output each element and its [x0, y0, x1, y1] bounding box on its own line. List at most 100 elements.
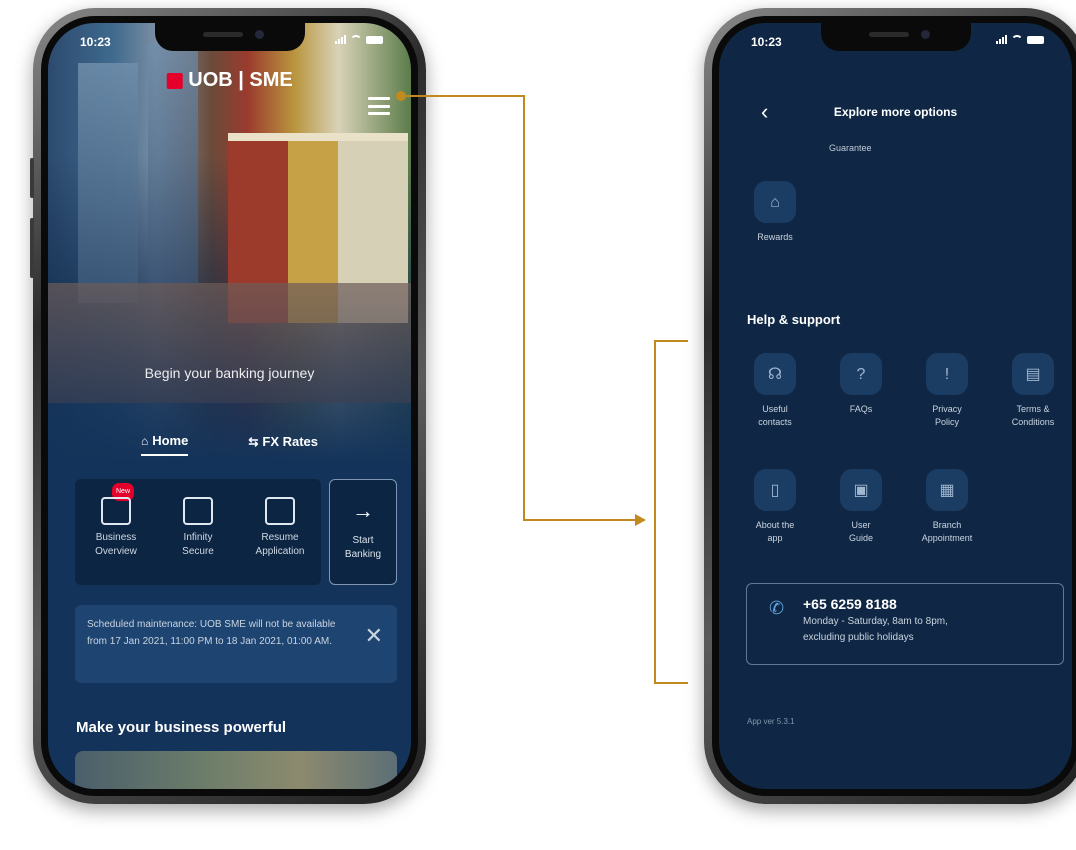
left-screen: 10:23 UOB | SME Begin your banking journ…: [48, 23, 411, 789]
tile-label: Policy: [934, 417, 959, 427]
branch-appointment-tile[interactable]: ▦ Branch Appointment: [912, 469, 982, 545]
connector-line: [406, 95, 525, 97]
tile-label: Useful: [762, 404, 788, 414]
action-label: Resume: [261, 532, 299, 543]
start-banking-button[interactable]: → Start Banking: [329, 479, 397, 585]
side-button: [30, 158, 34, 198]
action-label: Secure: [182, 546, 214, 557]
about-app-tile[interactable]: ▯ About the app: [740, 469, 810, 545]
notch: [820, 23, 971, 51]
wifi-icon: [350, 35, 362, 44]
shield-icon: !: [926, 353, 968, 395]
brand-name: UOB | SME: [188, 69, 293, 91]
tagline: Begin your banking journey: [144, 365, 315, 381]
action-label: Business: [95, 532, 137, 543]
guide-icon: ▣: [840, 469, 882, 511]
tile-label: Appointment: [921, 533, 973, 543]
calendar-icon: ▦: [926, 469, 968, 511]
action-label: Application: [255, 546, 305, 557]
headset-icon: ☊: [754, 353, 796, 395]
action-label: Infinity: [183, 532, 213, 543]
arrow-right-icon: →: [352, 498, 374, 523]
status-icons: [335, 35, 383, 44]
building-illustration: [78, 63, 138, 303]
gift-icon: ⌂: [754, 181, 796, 223]
bracket-line: [654, 682, 688, 684]
quick-actions-panel: New Business Overview Infinity Secure Re…: [75, 479, 321, 585]
phone-device-icon: ▯: [754, 469, 796, 511]
bracket-line: [654, 340, 656, 684]
help-support-title: Help & support: [747, 312, 841, 327]
bracket-line: [654, 340, 688, 342]
tile-label: About the: [755, 520, 795, 530]
connector-arrowhead: [635, 514, 646, 526]
tile-label: contacts: [758, 417, 792, 427]
infinity-secure-button[interactable]: Infinity Secure: [166, 497, 230, 585]
chart-icon: [101, 497, 131, 525]
brand-logo: UOB | SME: [166, 69, 293, 92]
secure-lock-icon: [183, 497, 213, 525]
document-icon: ▤: [1012, 353, 1054, 395]
faqs-tile[interactable]: ? FAQs: [826, 353, 896, 416]
wifi-icon: [1011, 35, 1023, 44]
status-time: 10:23: [751, 35, 782, 49]
side-button: [30, 218, 34, 278]
useful-contacts-tile[interactable]: ☊ Useful contacts: [740, 353, 810, 429]
faq-icon: ?: [840, 353, 882, 395]
tile-label: Terms &: [1016, 404, 1050, 414]
right-phone-frame: 10:23 ‹ Explore more options Guarantee ⌂…: [704, 8, 1076, 804]
tile-label: User: [851, 520, 871, 530]
tile-label: Rewards: [757, 232, 793, 242]
phone-call-icon: ✆: [769, 598, 785, 618]
privacy-policy-tile[interactable]: ! Privacy Policy: [912, 353, 982, 429]
contact-phone-number[interactable]: +65 6259 8188: [803, 596, 1051, 612]
promo-card[interactable]: [75, 751, 397, 789]
tile-label: Guide: [848, 533, 874, 543]
start-banking-label: Banking: [344, 549, 382, 560]
phone-bezel: 10:23 UOB | SME Begin your banking journ…: [41, 16, 418, 796]
status-icons: [996, 35, 1044, 44]
tab-fx-rates[interactable]: ⇆ FX Rates: [248, 433, 318, 456]
terms-conditions-tile[interactable]: ▤ Terms & Conditions: [998, 353, 1068, 429]
phone-bezel: 10:23 ‹ Explore more options Guarantee ⌂…: [712, 16, 1076, 796]
connector-line: [523, 519, 635, 521]
contact-card[interactable]: ✆ +65 6259 8188 Monday - Saturday, 8am t…: [746, 583, 1064, 665]
section-title: Make your business powerful: [76, 719, 287, 736]
page-title: Explore more options: [833, 105, 958, 119]
contact-hours: excluding public holidays: [803, 632, 914, 643]
menu-icon[interactable]: [368, 97, 390, 115]
contact-hours: Monday - Saturday, 8am to 8pm,: [803, 616, 948, 627]
tab-bar: ⌂ Home ⇆ FX Rates: [48, 433, 411, 456]
tab-home[interactable]: ⌂ Home: [140, 433, 189, 456]
connector-dot: [396, 91, 406, 101]
tile-label: app: [767, 533, 783, 543]
business-overview-button[interactable]: New Business Overview: [84, 483, 148, 585]
left-phone-frame: 10:23 UOB | SME Begin your banking journ…: [30, 8, 426, 804]
user-guide-tile[interactable]: ▣ User Guide: [826, 469, 896, 545]
connector-line: [523, 95, 525, 521]
tab-label: Home: [152, 433, 189, 448]
maintenance-notice: Scheduled maintenance: UOB SME will not …: [75, 605, 397, 683]
notch: [154, 23, 305, 51]
close-icon[interactable]: ✕: [365, 625, 383, 647]
signal-icon: [996, 35, 1007, 44]
tab-label: FX Rates: [262, 434, 319, 449]
resume-application-button[interactable]: Resume Application: [248, 497, 312, 585]
start-banking-label: Start: [352, 535, 374, 546]
fx-icon: ⇆: [248, 434, 259, 449]
street-illustration: [48, 283, 411, 403]
battery-icon: [1027, 35, 1044, 44]
signal-icon: [335, 35, 346, 44]
home-icon: ⌂: [140, 433, 149, 448]
app-version: App ver 5.3.1: [747, 717, 795, 726]
right-screen: 10:23 ‹ Explore more options Guarantee ⌂…: [719, 23, 1072, 789]
rewards-tile[interactable]: ⌂ Rewards: [740, 181, 810, 244]
status-time: 10:23: [80, 35, 111, 49]
notice-text: Scheduled maintenance: UOB SME will not …: [87, 619, 336, 647]
action-label: Overview: [95, 546, 137, 557]
guarantee-label[interactable]: Guarantee: [829, 143, 872, 153]
tile-label: Privacy: [932, 404, 962, 414]
stage: 10:23 UOB | SME Begin your banking journ…: [0, 0, 1076, 850]
uob-logo-mark: [166, 72, 183, 89]
application-icon: [265, 497, 295, 525]
